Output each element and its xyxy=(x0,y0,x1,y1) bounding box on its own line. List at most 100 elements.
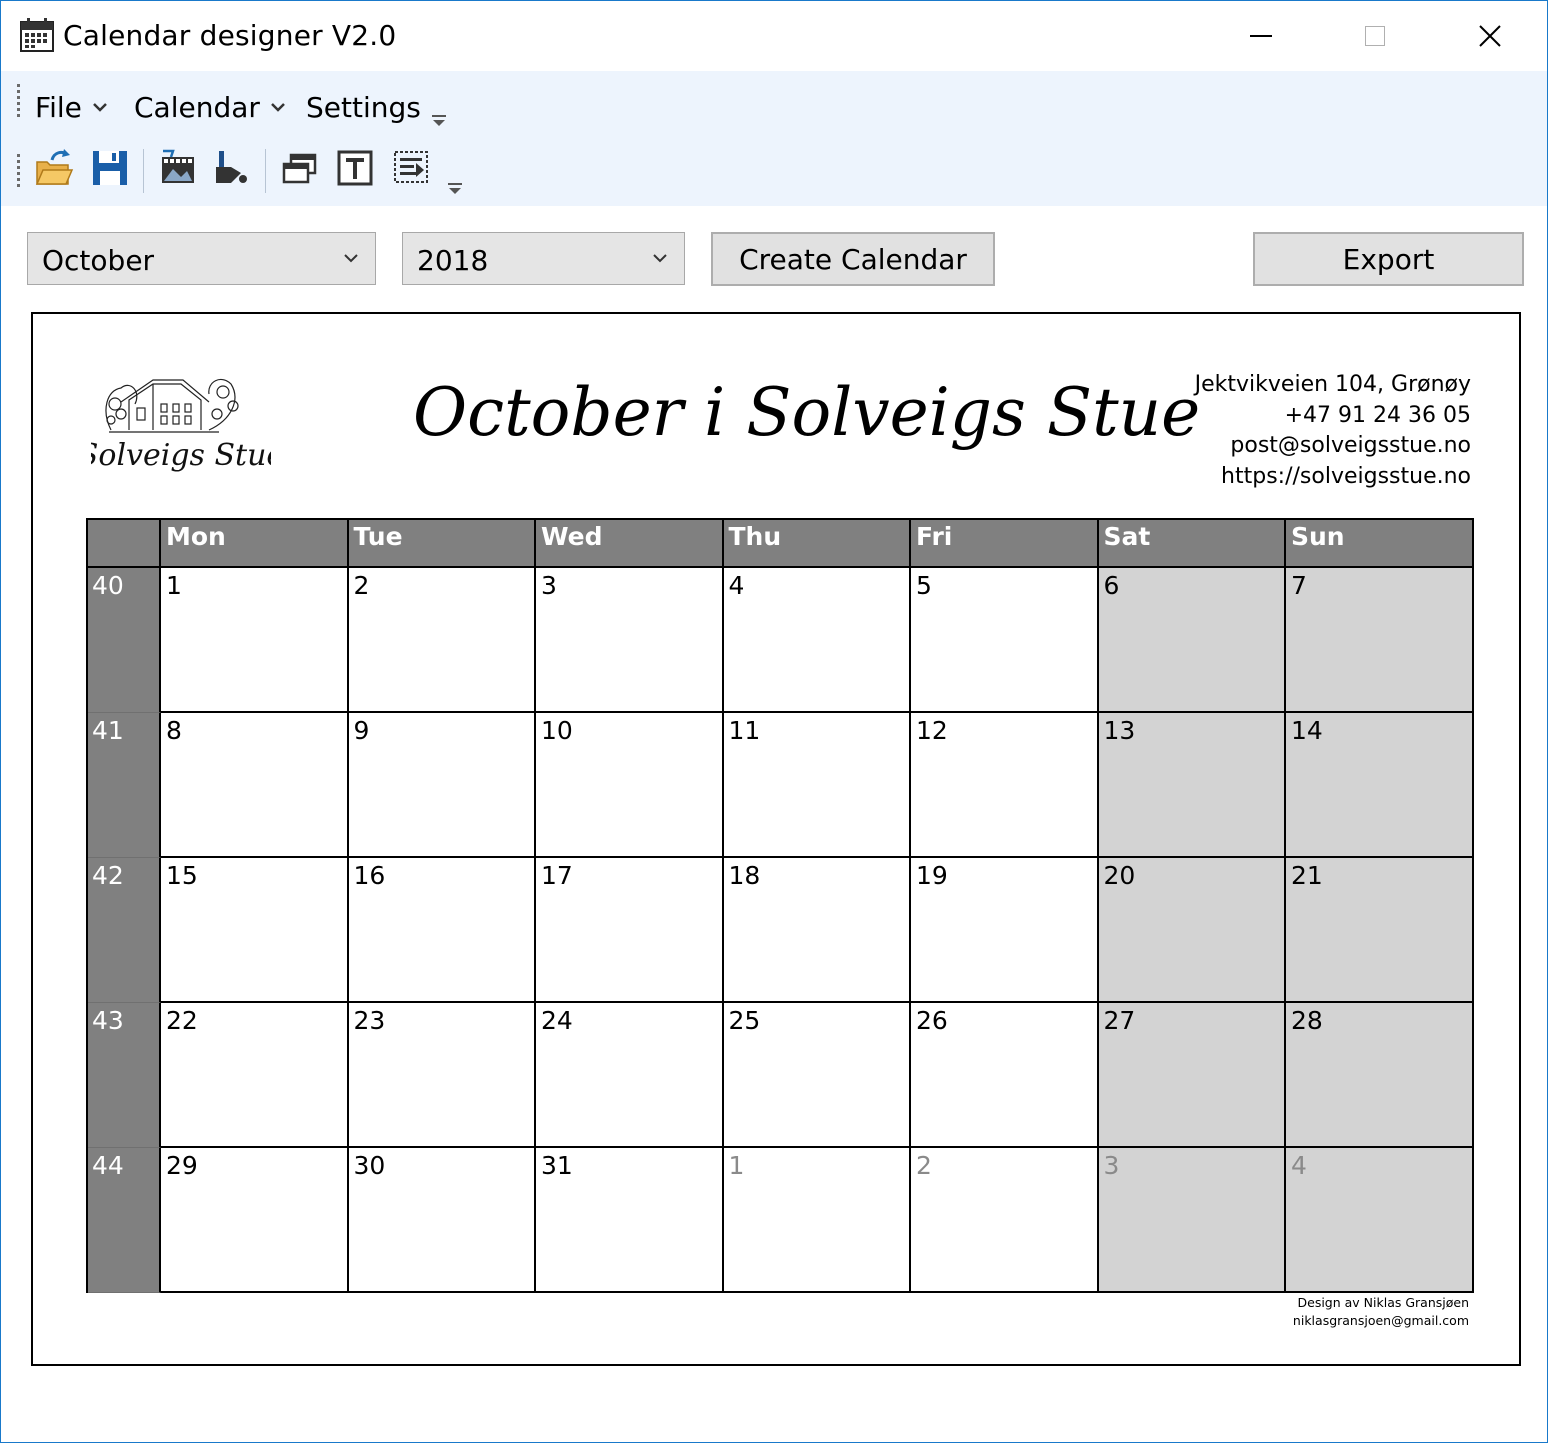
day-cell[interactable]: 4 xyxy=(723,568,911,713)
day-cell[interactable]: 12 xyxy=(911,713,1099,858)
day-cell-next-month[interactable]: 3 xyxy=(1098,1148,1286,1293)
close-button[interactable] xyxy=(1432,1,1547,71)
day-cell[interactable]: 21 xyxy=(1286,858,1474,1003)
week-header-corner xyxy=(88,518,161,568)
day-cell[interactable]: 27 xyxy=(1098,1003,1286,1148)
open-button[interactable] xyxy=(33,147,75,189)
day-cell[interactable]: 5 xyxy=(911,568,1099,713)
toolbar-separator xyxy=(265,149,266,193)
toolbar-overflow-icon[interactable] xyxy=(447,181,463,195)
calendar-app-icon xyxy=(19,17,55,53)
day-cell[interactable]: 9 xyxy=(348,713,536,858)
day-cell[interactable]: 6 xyxy=(1098,568,1286,713)
day-cell[interactable]: 28 xyxy=(1286,1003,1474,1148)
day-cell[interactable]: 19 xyxy=(911,858,1099,1003)
save-icon xyxy=(93,151,127,185)
replace-button[interactable] xyxy=(390,147,432,189)
day-cell[interactable]: 31 xyxy=(536,1148,724,1293)
week-number: 44 xyxy=(88,1148,161,1293)
month-select[interactable]: October xyxy=(27,232,376,285)
day-header-tue: Tue xyxy=(348,518,536,568)
day-cell[interactable]: 13 xyxy=(1098,713,1286,858)
week-number: 43 xyxy=(88,1003,161,1148)
contact-email: post@solveigsstue.no xyxy=(1230,433,1471,458)
day-header-thu: Thu xyxy=(723,518,911,568)
toolbar-grip-handle[interactable] xyxy=(17,154,21,190)
day-cell-next-month[interactable]: 4 xyxy=(1286,1148,1474,1293)
day-cell[interactable]: 26 xyxy=(911,1003,1099,1148)
contact-url: https://solveigsstue.no xyxy=(1221,463,1471,489)
window-title: Calendar designer V2.0 xyxy=(63,19,397,52)
day-cell[interactable]: 20 xyxy=(1098,858,1286,1003)
day-header-fri: Fri xyxy=(911,518,1099,568)
day-cell[interactable]: 17 xyxy=(536,858,724,1003)
menu-file[interactable]: File xyxy=(35,87,108,127)
week-number: 41 xyxy=(88,713,161,858)
paint-button[interactable] xyxy=(211,147,253,189)
menu-calendar-label: Calendar xyxy=(134,90,260,124)
title-bar: Calendar designer V2.0 xyxy=(1,1,1547,71)
app-window: Calendar designer V2.0 File Calendar Set… xyxy=(0,0,1548,1443)
day-cell[interactable]: 7 xyxy=(1286,568,1474,713)
day-cell[interactable]: 22 xyxy=(161,1003,349,1148)
month-select-value: October xyxy=(42,244,155,277)
day-header-row: Mon Tue Wed Thu Fri Sat Sun xyxy=(88,518,1474,568)
day-cell[interactable]: 2 xyxy=(348,568,536,713)
menu-overflow-icon[interactable] xyxy=(431,113,447,127)
day-cell[interactable]: 23 xyxy=(348,1003,536,1148)
day-cell-next-month[interactable]: 2 xyxy=(911,1148,1099,1293)
menu-settings-label: Settings xyxy=(306,90,421,124)
paint-icon xyxy=(216,151,247,183)
week-number: 40 xyxy=(88,568,161,713)
day-cell[interactable]: 29 xyxy=(161,1148,349,1293)
year-select[interactable]: 2018 xyxy=(402,232,685,285)
export-button[interactable]: Export xyxy=(1253,232,1524,286)
window-icon xyxy=(282,153,317,184)
open-folder-icon xyxy=(35,149,74,185)
day-cell[interactable]: 14 xyxy=(1286,713,1474,858)
day-cell[interactable]: 11 xyxy=(723,713,911,858)
minimize-button[interactable] xyxy=(1203,1,1318,71)
day-cell-next-month[interactable]: 1 xyxy=(723,1148,911,1293)
day-cell[interactable]: 30 xyxy=(348,1148,536,1293)
calendar-grid: Mon Tue Wed Thu Fri Sat Sun 40 1 2 3 4 5… xyxy=(86,518,1474,1293)
text-box-button[interactable] xyxy=(334,147,376,189)
week-row: 42 15 16 17 18 19 20 21 xyxy=(88,858,1474,1003)
day-cell[interactable]: 8 xyxy=(161,713,349,858)
logo-text: Solveigs Stue xyxy=(91,438,271,473)
menu-settings[interactable]: Settings xyxy=(306,87,421,127)
save-button[interactable] xyxy=(89,147,131,189)
menu-grip-handle[interactable] xyxy=(17,84,21,120)
menu-file-label: File xyxy=(35,90,82,124)
day-cell[interactable]: 24 xyxy=(536,1003,724,1148)
contact-phone: +47 91 24 36 05 xyxy=(1284,402,1471,428)
maximize-button[interactable] xyxy=(1317,1,1432,71)
week-row: 40 1 2 3 4 5 6 7 xyxy=(88,568,1474,713)
day-header-wed: Wed xyxy=(536,518,724,568)
chevron-down-icon xyxy=(344,254,358,263)
day-cell[interactable]: 16 xyxy=(348,858,536,1003)
text-box-icon xyxy=(337,150,373,186)
day-cell[interactable]: 3 xyxy=(536,568,724,713)
week-row: 43 22 23 24 25 26 27 28 xyxy=(88,1003,1474,1148)
contact-address: Jektvikveien 104, Grønøy xyxy=(1194,372,1471,397)
day-cell[interactable]: 10 xyxy=(536,713,724,858)
menu-calendar[interactable]: Calendar xyxy=(134,87,286,127)
minimize-icon xyxy=(1249,35,1272,37)
window-layout-button[interactable] xyxy=(279,147,321,189)
insert-image-button[interactable] xyxy=(157,147,199,189)
create-calendar-button[interactable]: Create Calendar xyxy=(711,232,995,286)
replace-icon xyxy=(394,151,428,183)
day-cell[interactable]: 15 xyxy=(161,858,349,1003)
calendar-preview: Solveigs Stue October i Solveigs Stue Je… xyxy=(31,312,1521,1366)
image-icon xyxy=(162,149,194,183)
day-cell[interactable]: 18 xyxy=(723,858,911,1003)
week-row: 44 29 30 31 1 2 3 4 xyxy=(88,1148,1474,1293)
chevron-down-icon xyxy=(92,103,107,112)
day-cell[interactable]: 1 xyxy=(161,568,349,713)
day-cell[interactable]: 25 xyxy=(723,1003,911,1148)
day-header-mon: Mon xyxy=(161,518,349,568)
chevron-down-icon xyxy=(271,103,285,112)
credit-line: Design av Niklas Gransjøen xyxy=(1297,1295,1470,1310)
maximize-icon xyxy=(1364,26,1385,46)
